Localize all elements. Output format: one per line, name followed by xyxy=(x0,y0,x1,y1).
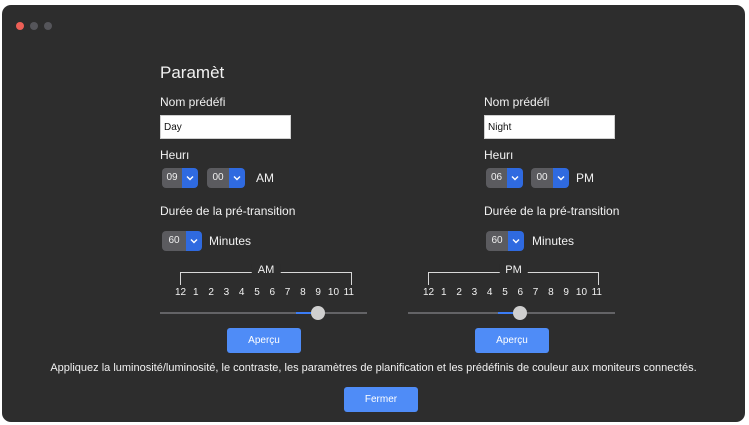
right-preset-label: Nom prédéfi xyxy=(484,95,550,109)
left-hour-ticks: 12 1 2 3 4 5 6 7 8 9 10 11 xyxy=(173,287,356,298)
page-title: Paramèt xyxy=(160,63,225,82)
close-button[interactable]: Fermer xyxy=(344,387,418,412)
right-preview-button[interactable]: Aperçu xyxy=(475,328,549,353)
right-minute-value: 00 xyxy=(531,168,553,188)
right-tick-4: 4 xyxy=(486,287,493,298)
chevron-down-icon xyxy=(507,168,523,188)
right-preset-name-field[interactable]: Night xyxy=(484,115,615,139)
right-tick-11: 11 xyxy=(591,287,602,298)
right-hour-ticks: 12 1 2 3 4 5 6 7 8 9 10 11 xyxy=(421,287,604,298)
right-ampm-label: PM xyxy=(576,171,594,185)
left-tick-10: 10 xyxy=(327,287,340,298)
right-scale-bracket: PM xyxy=(428,264,599,285)
right-pretransition-unit: Minutes xyxy=(532,234,575,248)
chevron-down-icon xyxy=(553,168,569,188)
right-tick-5: 5 xyxy=(502,287,508,298)
left-scale-bracket: AM xyxy=(180,264,352,285)
left-pretransition-label: Durée de la pré-transition xyxy=(160,204,296,218)
left-slider-knob[interactable] xyxy=(311,306,326,320)
right-tick-6: 6 xyxy=(517,287,524,298)
left-tick-2: 2 xyxy=(208,287,214,298)
left-pretransition-select[interactable]: 60 xyxy=(162,231,202,251)
right-pretransition-value: 60 xyxy=(486,231,508,251)
left-tick-6: 6 xyxy=(269,287,276,298)
left-slider-track[interactable] xyxy=(160,312,367,314)
left-scale-label: AM xyxy=(251,264,281,276)
zoom-window-icon[interactable] xyxy=(44,22,52,30)
right-tick-2: 2 xyxy=(456,287,462,298)
left-minute-select[interactable]: 00 xyxy=(207,168,245,188)
left-preset-name-field[interactable]: Day xyxy=(160,115,291,139)
right-scale-label: PM xyxy=(499,264,528,276)
left-preset-label: Nom prédéfi xyxy=(160,95,226,109)
right-tick-8: 8 xyxy=(548,287,554,298)
right-pretransition-label: Durée de la pré-transition xyxy=(484,204,620,218)
left-tick-9: 9 xyxy=(315,287,321,298)
right-slider-knob[interactable] xyxy=(513,306,528,320)
chevron-down-icon xyxy=(508,231,524,251)
left-tick-12: 12 xyxy=(174,287,187,298)
right-tick-12: 12 xyxy=(422,287,435,298)
left-pretransition-value: 60 xyxy=(162,231,186,251)
chevron-down-icon xyxy=(229,168,245,188)
right-hour-value: 06 xyxy=(486,168,507,188)
left-minute-value: 00 xyxy=(207,168,229,188)
chevron-down-icon xyxy=(182,168,198,188)
right-time-label: Heurı xyxy=(484,148,514,162)
left-pretransition-unit: Minutes xyxy=(209,234,252,248)
left-hour-value: 09 xyxy=(162,168,182,188)
left-tick-11: 11 xyxy=(343,287,354,298)
right-pretransition-select[interactable]: 60 xyxy=(486,231,524,251)
chevron-down-icon xyxy=(186,231,202,251)
left-tick-3: 3 xyxy=(223,287,230,298)
left-preview-button[interactable]: Aperçu xyxy=(227,328,301,353)
description-text: Appliquez la luminosité/luminosité, le c… xyxy=(50,362,697,374)
right-hour-select[interactable]: 06 xyxy=(486,168,523,188)
right-tick-3: 3 xyxy=(471,287,478,298)
left-time-label: Heurı xyxy=(160,148,190,162)
left-tick-4: 4 xyxy=(238,287,245,298)
left-hour-select[interactable]: 09 xyxy=(162,168,198,188)
close-window-icon[interactable] xyxy=(16,22,24,30)
minimize-window-icon[interactable] xyxy=(30,22,38,30)
left-tick-7: 7 xyxy=(284,287,291,298)
left-ampm-label: AM xyxy=(256,171,274,185)
left-tick-8: 8 xyxy=(300,287,306,298)
right-tick-10: 10 xyxy=(575,287,588,298)
right-minute-select[interactable]: 00 xyxy=(531,168,569,188)
right-tick-7: 7 xyxy=(532,287,539,298)
left-tick-1: 1 xyxy=(193,287,199,298)
right-tick-1: 1 xyxy=(441,287,447,298)
left-tick-5: 5 xyxy=(254,287,260,298)
right-tick-9: 9 xyxy=(563,287,569,298)
settings-window: Paramèt Nom prédéfi Day Heurı 09 00 AM D… xyxy=(2,5,745,422)
